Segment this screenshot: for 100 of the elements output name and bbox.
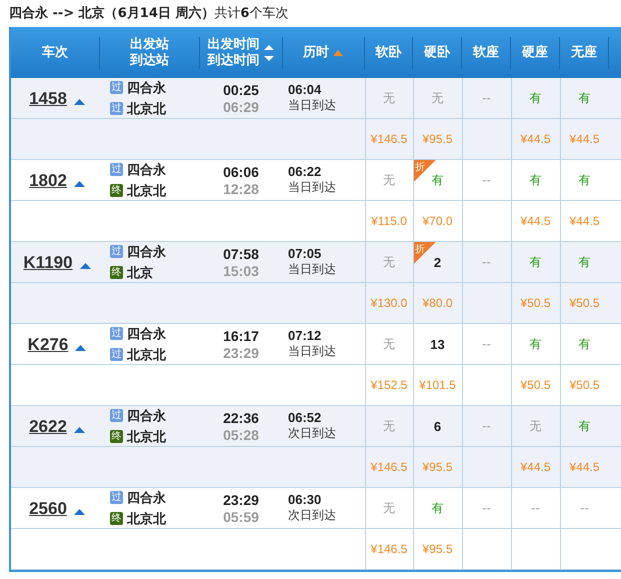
station-badge: 终 bbox=[110, 266, 123, 279]
travel-duration: 06:04 bbox=[288, 82, 322, 97]
expand-icon[interactable] bbox=[80, 263, 91, 269]
ticket-price: ¥50.5 bbox=[520, 378, 551, 392]
departure-time: 23:29 bbox=[223, 492, 259, 508]
station-badge: 过 bbox=[110, 409, 123, 422]
seat-status: 有 bbox=[578, 418, 590, 434]
expand-icon[interactable] bbox=[75, 345, 86, 351]
seat-status: -- bbox=[531, 501, 540, 515]
train-number-link[interactable]: 1458 bbox=[29, 89, 67, 109]
station-name: 四合永 bbox=[127, 326, 166, 342]
column-header[interactable]: 硬卧 bbox=[424, 45, 450, 61]
seat-status: 有 bbox=[432, 500, 444, 516]
seat-status: -- bbox=[580, 501, 589, 515]
column-header[interactable]: 软卧 bbox=[376, 45, 402, 61]
ticket-price: ¥115.0 bbox=[371, 214, 407, 228]
seat-status: 无 bbox=[383, 172, 395, 188]
train-number-link[interactable]: 1802 bbox=[29, 171, 67, 191]
station-badge: 过 bbox=[110, 102, 123, 115]
ticket-price: ¥44.5 bbox=[569, 214, 600, 228]
ticket-price: ¥95.5 bbox=[422, 542, 453, 556]
ticket-price: ¥146.5 bbox=[370, 542, 408, 556]
ticket-price: ¥44.5 bbox=[569, 460, 600, 474]
seat-status: 无 bbox=[383, 418, 395, 434]
ticket-price: ¥44.5 bbox=[520, 214, 551, 228]
expand-icon[interactable] bbox=[74, 427, 85, 433]
ticket-price: ¥50.5 bbox=[569, 296, 600, 310]
seat-status: -- bbox=[482, 419, 491, 433]
ticket-price: ¥44.5 bbox=[520, 132, 551, 146]
column-header[interactable]: 出发站 到达站 bbox=[130, 37, 169, 69]
departure-time: 07:58 bbox=[223, 246, 259, 262]
station-badge: 过 bbox=[110, 245, 123, 258]
station-name: 北京 bbox=[127, 264, 153, 282]
station-badge: 过 bbox=[110, 327, 123, 340]
station-name: 四合永 bbox=[127, 162, 166, 178]
train-number-link[interactable]: K1190 bbox=[23, 253, 73, 273]
arrival-day: 次日到达 bbox=[288, 507, 336, 524]
seat-count: 6 bbox=[434, 418, 442, 434]
seat-status: -- bbox=[482, 91, 491, 105]
seat-status: -- bbox=[482, 173, 491, 187]
seat-status: 有 bbox=[530, 336, 542, 352]
seat-status: 无 bbox=[530, 418, 542, 434]
ticket-price: ¥44.5 bbox=[520, 460, 551, 474]
arrival-time: 12:28 bbox=[223, 180, 259, 196]
ticket-price: ¥152.5 bbox=[370, 378, 408, 392]
ticket-price: ¥101.5 bbox=[419, 378, 456, 392]
departure-time: 00:25 bbox=[223, 82, 259, 98]
column-header[interactable]: 硬座 bbox=[522, 45, 548, 61]
ticket-price: ¥146.5 bbox=[370, 460, 408, 474]
seat-status: 有 bbox=[530, 90, 542, 106]
route-summary: 四合永 --> 北京（6月14日 周六）共计6个车次 bbox=[8, 4, 290, 23]
station-badge: 终 bbox=[110, 184, 123, 197]
train-number-link[interactable]: K276 bbox=[28, 335, 68, 355]
expand-icon[interactable] bbox=[74, 509, 85, 515]
ticket-price: ¥130.0 bbox=[370, 296, 408, 310]
station-name: 北京北 bbox=[127, 510, 166, 528]
station-name: 北京北 bbox=[127, 182, 166, 200]
station-badge: 终 bbox=[110, 430, 123, 443]
arrival-time: 06:29 bbox=[223, 98, 259, 114]
station-name: 北京北 bbox=[127, 428, 166, 446]
station-badge: 过 bbox=[110, 163, 123, 176]
seat-status: -- bbox=[482, 255, 491, 269]
ticket-price: ¥80.0 bbox=[422, 296, 453, 310]
seat-status: 无 bbox=[432, 90, 444, 106]
travel-duration: 06:52 bbox=[288, 410, 322, 425]
seat-status: 有 bbox=[578, 90, 590, 106]
column-header[interactable]: 无座 bbox=[571, 45, 597, 61]
seat-status: 有 bbox=[530, 254, 542, 270]
train-number-link[interactable]: 2622 bbox=[29, 417, 67, 437]
seat-status: -- bbox=[482, 501, 491, 515]
arrival-day: 当日到达 bbox=[288, 97, 336, 114]
travel-duration: 07:12 bbox=[288, 328, 322, 343]
expand-icon[interactable] bbox=[74, 181, 85, 187]
travel-duration: 06:30 bbox=[288, 492, 322, 507]
ticket-price: ¥44.5 bbox=[569, 132, 600, 146]
column-header[interactable]: 车次 bbox=[42, 45, 68, 61]
station-badge: 终 bbox=[110, 512, 123, 525]
arrival-time: 23:29 bbox=[223, 344, 259, 360]
expand-icon[interactable] bbox=[74, 99, 85, 105]
column-header[interactable]: 出发时间 到达时间 bbox=[208, 37, 260, 69]
seat-count: 2 bbox=[434, 254, 442, 270]
train-number-link[interactable]: 2560 bbox=[29, 499, 67, 519]
seat-status: 无 bbox=[383, 90, 395, 106]
station-name: 北京北 bbox=[127, 346, 166, 364]
seat-status: 有 bbox=[578, 336, 590, 352]
arrival-time: 05:59 bbox=[223, 508, 259, 524]
seat-status: 有 bbox=[578, 172, 590, 188]
ticket-price: ¥70.0 bbox=[422, 214, 453, 228]
station-badge: 过 bbox=[110, 81, 123, 94]
travel-duration: 07:05 bbox=[288, 246, 322, 261]
column-header[interactable]: 软座 bbox=[473, 45, 499, 61]
station-name: 四合永 bbox=[127, 244, 166, 260]
departure-time: 16:17 bbox=[223, 328, 259, 344]
seat-status: 有 bbox=[530, 172, 542, 188]
arrival-day: 当日到达 bbox=[288, 343, 336, 360]
ticket-price: ¥50.5 bbox=[520, 296, 551, 310]
discount-tag: 折 bbox=[414, 242, 436, 264]
station-name: 四合永 bbox=[127, 408, 166, 424]
seat-status: -- bbox=[482, 337, 491, 351]
column-header[interactable]: 历时 bbox=[303, 45, 329, 61]
